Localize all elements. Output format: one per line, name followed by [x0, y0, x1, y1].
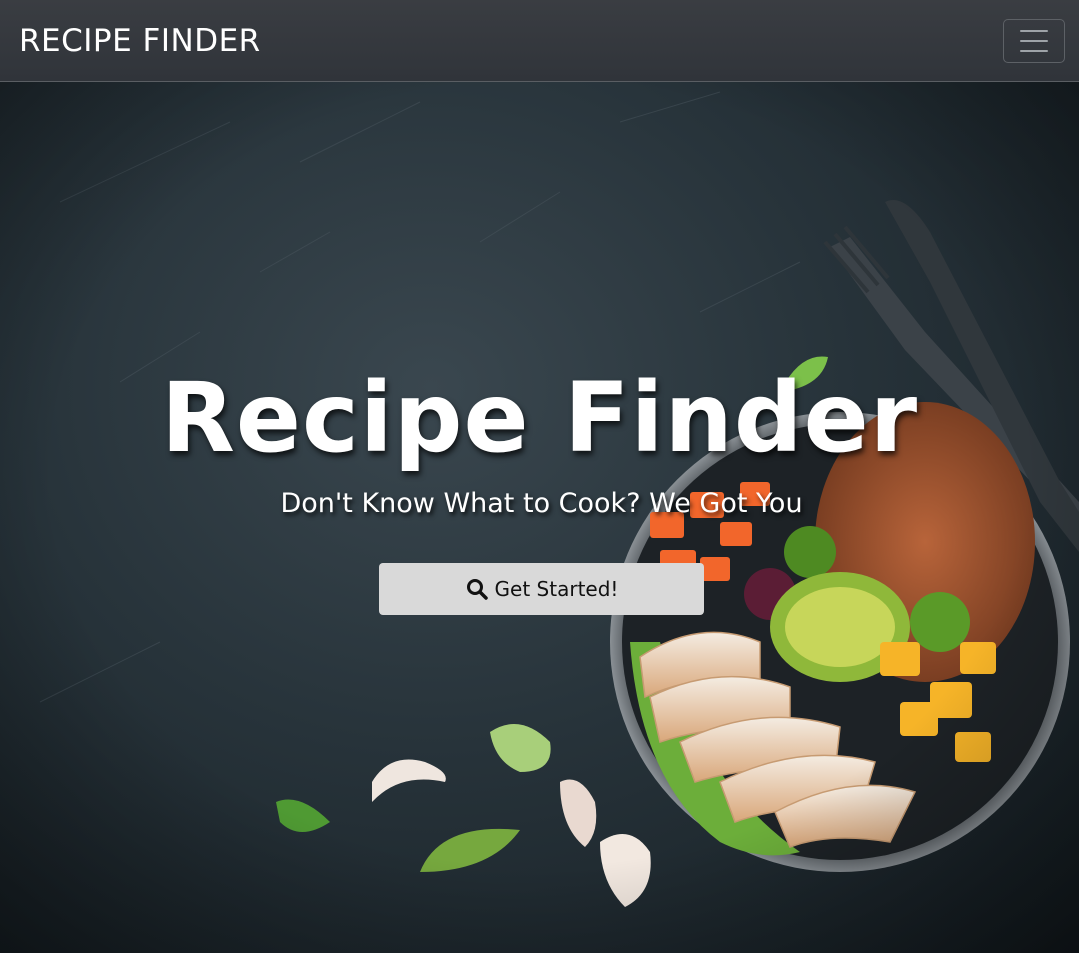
brand-link[interactable]: RECIPE FINDER: [19, 23, 261, 59]
hero-section: Recipe Finder Don't Know What to Cook? W…: [0, 82, 1079, 953]
hero-title: Recipe Finder: [160, 362, 919, 474]
get-started-button[interactable]: Get Started!: [379, 563, 704, 615]
hero-content: Recipe Finder Don't Know What to Cook? W…: [0, 82, 1079, 953]
navbar: RECIPE FINDER: [0, 0, 1079, 82]
navbar-toggler-button[interactable]: [1003, 18, 1065, 63]
search-icon: [465, 577, 489, 601]
get-started-label: Get Started!: [494, 577, 619, 601]
hamburger-menu-icon: [1020, 29, 1048, 52]
hero-subtitle: Don't Know What to Cook? We Got You: [280, 488, 803, 519]
